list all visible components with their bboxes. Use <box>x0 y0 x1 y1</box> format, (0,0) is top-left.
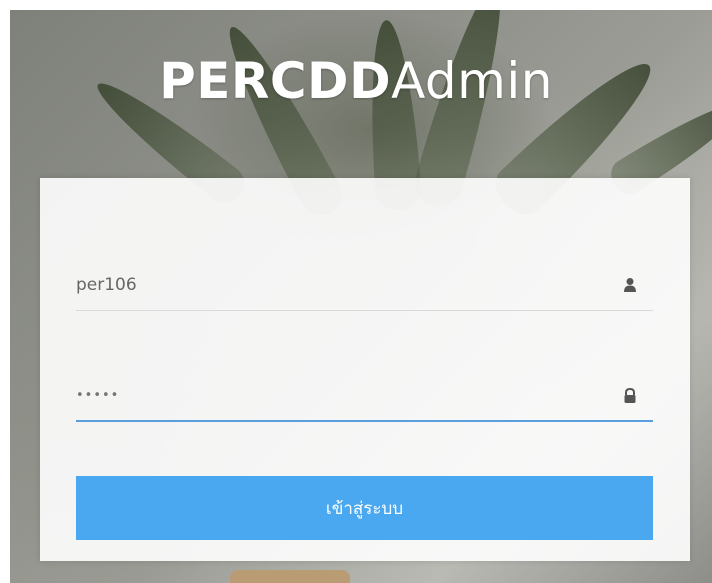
username-field <box>76 262 653 311</box>
brand-title-light: Admin <box>391 52 553 110</box>
brand-title: PERCDDAdmin <box>0 52 712 110</box>
username-input[interactable] <box>76 262 616 308</box>
password-input[interactable] <box>76 372 616 418</box>
user-icon <box>624 278 636 292</box>
password-field <box>76 372 653 422</box>
login-button[interactable]: เข้าสู่ระบบ <box>76 476 653 540</box>
lock-icon <box>624 387 636 403</box>
brand-title-bold: PERCDD <box>159 52 392 110</box>
login-card: เข้าสู่ระบบ <box>40 178 690 561</box>
plant-pot <box>230 570 350 583</box>
